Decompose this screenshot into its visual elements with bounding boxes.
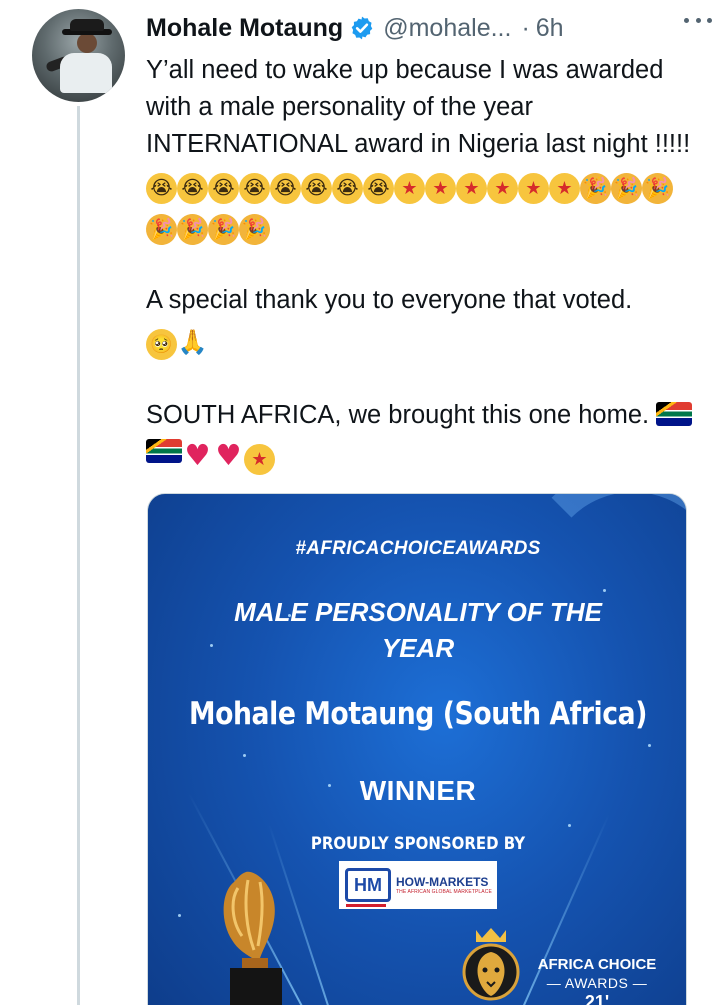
verified-badge-icon bbox=[349, 15, 375, 41]
partying-icon: 🎉 bbox=[608, 170, 645, 207]
red-heart-icon: ♥ bbox=[184, 438, 211, 472]
event-name-line-1: AFRICA CHOICE bbox=[537, 956, 657, 973]
award-nominee: Mohale Motaung (South Africa) bbox=[189, 696, 647, 732]
sparkle bbox=[603, 589, 606, 592]
more-options-icon[interactable] bbox=[678, 8, 718, 32]
crying-icon: 😭 bbox=[301, 173, 332, 204]
south-africa-flag-icon bbox=[656, 402, 693, 426]
folded-hands-icon: 🙏 bbox=[177, 328, 208, 356]
sparkle bbox=[648, 744, 651, 747]
crying-icon: 😭 bbox=[177, 173, 208, 204]
crying-icon: 😭 bbox=[208, 173, 239, 204]
tweet-text-3: SOUTH AFRICA, we brought this one home. bbox=[146, 401, 657, 429]
tweet-text-2: A special thank you to everyone that vot… bbox=[146, 286, 633, 314]
partying-icon: 🎉 bbox=[205, 211, 242, 248]
crying-icon: 😭 bbox=[363, 173, 394, 204]
event-name-line-2: — AWARDS — bbox=[546, 975, 648, 991]
pleading-face-icon: 🥺 bbox=[146, 329, 177, 360]
award-image-card[interactable]: #AFRICACHOICEAWARDS MALE PERSONALITY OF … bbox=[147, 493, 687, 1005]
star-struck-icon: ★ bbox=[456, 173, 487, 204]
star-struck-icon: ★ bbox=[394, 173, 425, 204]
avatar-face bbox=[77, 33, 97, 53]
tweet-timestamp[interactable]: 6h bbox=[536, 14, 564, 43]
sparkle bbox=[178, 914, 181, 917]
crying-icon: 😭 bbox=[332, 173, 363, 204]
crying-icon: 😭 bbox=[239, 173, 270, 204]
star-struck-icon: ★ bbox=[425, 173, 456, 204]
sparkle bbox=[568, 824, 571, 827]
partying-icon: 🎉 bbox=[236, 211, 273, 248]
award-result: WINNER bbox=[359, 775, 477, 806]
avatar-body bbox=[60, 53, 112, 93]
thread-connector-line bbox=[77, 106, 80, 1005]
emoji-row-1: 😭 😭 😭 😭 😭 😭 😭 😭 ★ ★ ★ ★ ★ ★ 🎉 🎉 🎉🎉 🎉 🎉 🎉 bbox=[143, 167, 676, 248]
partying-icon: 🎉 bbox=[577, 170, 614, 207]
star-struck-icon: ★ bbox=[549, 173, 580, 204]
star-struck-icon: ★ bbox=[487, 173, 518, 204]
author-name[interactable]: Mohale Motaung bbox=[146, 14, 343, 43]
emoji-row-2: 🥺 🙏 bbox=[146, 323, 208, 360]
red-heart-icon: ♥ bbox=[215, 438, 242, 472]
tweet-paragraph-2: A special thank you to everyone that vot… bbox=[146, 282, 701, 360]
event-logo-text: AFRICA CHOICE — AWARDS — 21' bbox=[532, 956, 662, 1005]
sponsor-tagline: THE AFRICAN GLOBAL MARKETPLACE bbox=[396, 889, 492, 895]
crying-icon: 😭 bbox=[270, 173, 301, 204]
sponsor-logo: HM HOW-MARKETS THE AFRICAN GLOBAL MARKET… bbox=[339, 861, 497, 909]
sponsor-name: HOW-MARKETS bbox=[396, 875, 489, 889]
event-year: 21' bbox=[584, 992, 610, 1005]
trophy-icon bbox=[223, 871, 282, 1005]
partying-icon: 🎉 bbox=[143, 211, 180, 248]
star-struck-icon: ★ bbox=[518, 173, 549, 204]
tweet-text-1: Y’all need to wake up because I was awar… bbox=[146, 56, 698, 158]
header-separator: · bbox=[521, 13, 530, 42]
lion-logo-icon bbox=[462, 928, 520, 1001]
sponsor-label: PROUDLY SPONSORED BY bbox=[310, 834, 526, 854]
crying-icon: 😭 bbox=[146, 173, 177, 204]
avatar-hat bbox=[70, 19, 104, 31]
partying-icon: 🎉 bbox=[174, 211, 211, 248]
author-avatar[interactable] bbox=[32, 9, 125, 102]
author-handle[interactable]: @mohale... bbox=[383, 14, 511, 43]
tweet-header: Mohale Motaung @mohale... · 6h bbox=[146, 10, 706, 46]
sparkle bbox=[243, 754, 246, 757]
award-category: MALE PERSONALITY OF THE YEAR bbox=[234, 597, 602, 663]
award-hashtag: #AFRICACHOICEAWARDS bbox=[295, 538, 541, 559]
south-africa-flag-icon bbox=[146, 439, 182, 463]
tweet-paragraph-1: Y’all need to wake up because I was awar… bbox=[143, 52, 701, 248]
star-struck-icon: ★ bbox=[244, 444, 275, 475]
sponsor-badge-icon: HM bbox=[345, 868, 391, 907]
tweet-paragraph-3: SOUTH AFRICA, we brought this one home. … bbox=[146, 397, 701, 475]
tweet-body: Y’all need to wake up because I was awar… bbox=[143, 52, 701, 475]
partying-icon: 🎉 bbox=[639, 170, 676, 207]
sponsor-wordmark: HOW-MARKETS THE AFRICAN GLOBAL MARKETPLA… bbox=[396, 875, 492, 895]
